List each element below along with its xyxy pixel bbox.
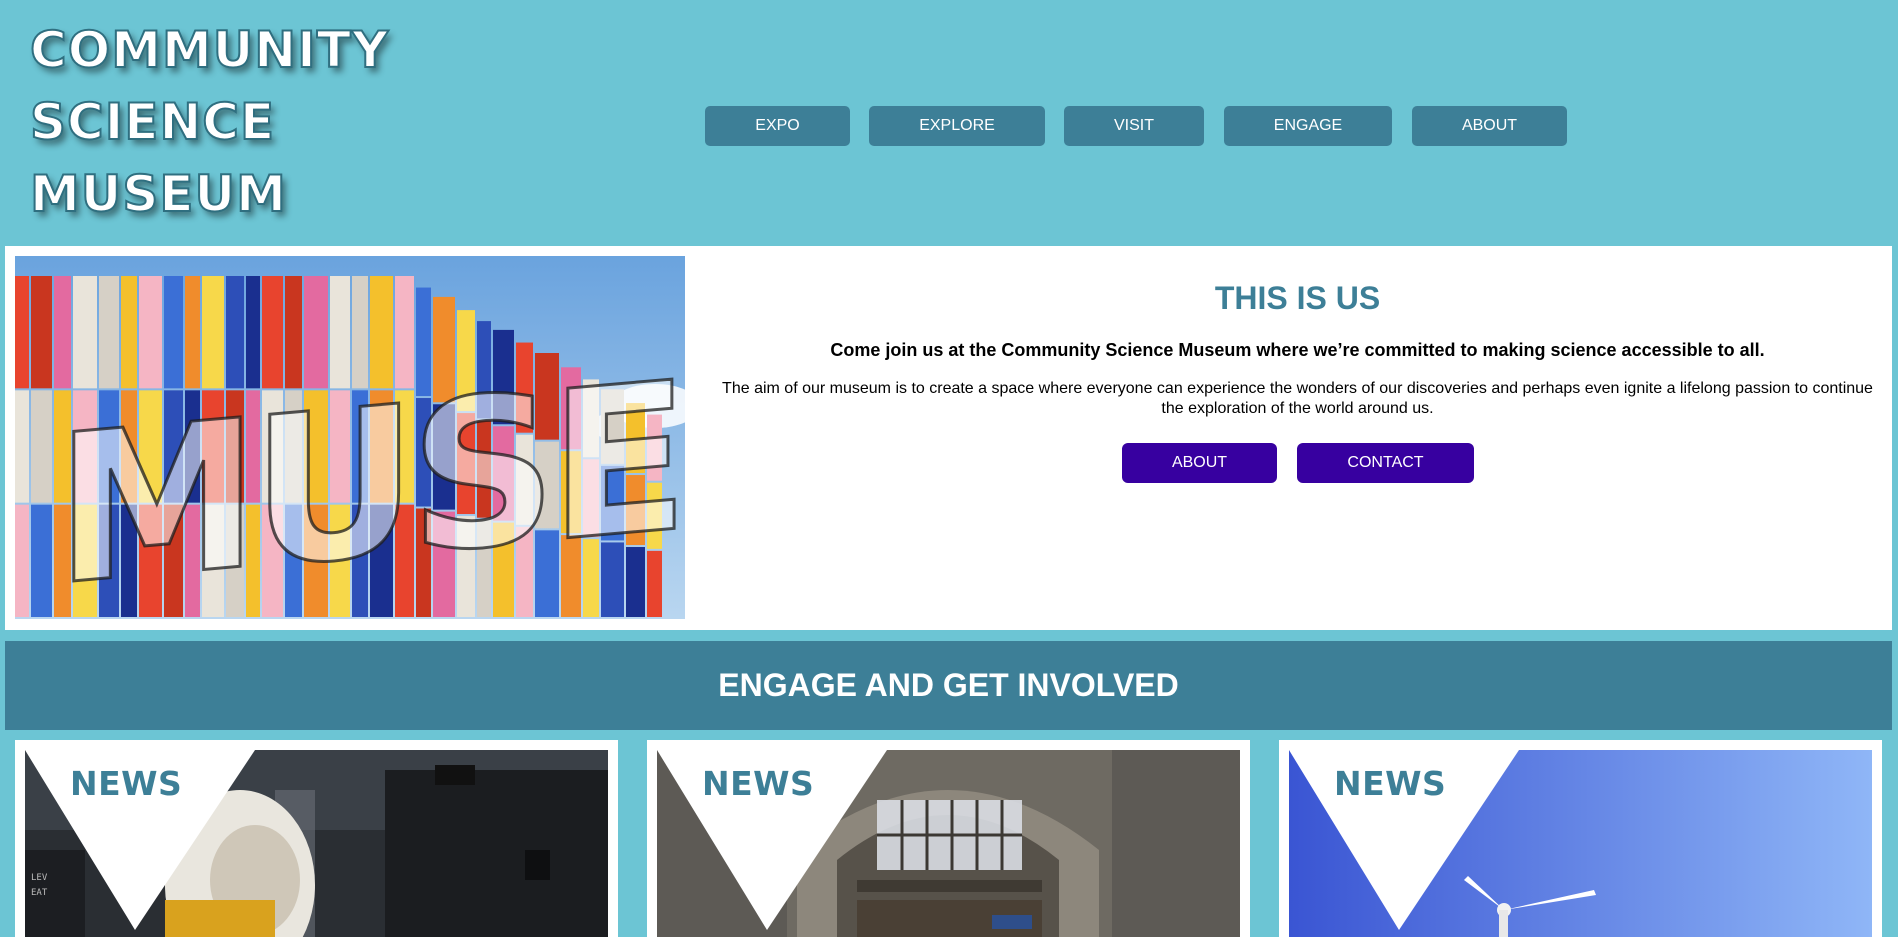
nav-visit-button[interactable]: VISIT (1064, 106, 1204, 146)
news-card-3[interactable]: NEWS (1279, 740, 1882, 937)
facade-panel (31, 504, 52, 617)
hero-content: THIS IS US Come join us at the Community… (705, 278, 1890, 483)
nav-about-button[interactable]: ABOUT (1412, 106, 1567, 146)
facade-panel (139, 276, 162, 389)
facade-panel (99, 276, 119, 389)
news-card-image-hall: NEWS (657, 750, 1240, 937)
news-label: NEWS (702, 764, 815, 803)
about-button[interactable]: ABOUT (1122, 443, 1277, 483)
facade-panel (121, 276, 137, 389)
facade-panel (15, 276, 29, 389)
facade-panel (164, 276, 183, 389)
facade-panel (31, 390, 52, 503)
facade-panel (246, 276, 260, 389)
facade-panel (73, 276, 97, 389)
facade-panel (262, 276, 283, 389)
engage-banner: ENGAGE AND GET INVOLVED (5, 641, 1892, 730)
hero-buttons: ABOUT CONTACT (705, 443, 1890, 483)
contact-button[interactable]: CONTACT (1297, 443, 1474, 483)
news-label: NEWS (1334, 764, 1447, 803)
logo-line-2: SCIENCE (29, 92, 276, 152)
facade-panel (226, 276, 244, 389)
nav-expo-button[interactable]: EXPO (705, 106, 850, 146)
news-card-image-astronaut: LEV EAT NEWS (25, 750, 608, 937)
logo-line-3: MUSEUM (29, 164, 287, 224)
museum-facade-image: MUSEUM (15, 256, 685, 619)
logo-line-1: COMMUNITY (29, 20, 390, 80)
hero-section: MUSEUM THIS IS US Come join us at the Co… (5, 246, 1892, 630)
news-label: NEWS (70, 764, 183, 803)
facade-panel (185, 276, 200, 389)
hero-title: THIS IS US (1214, 280, 1381, 316)
news-card-image-wind-turbine: NEWS (1289, 750, 1872, 937)
facade-panel (54, 276, 71, 389)
facade-panel (202, 276, 224, 389)
news-card-1[interactable]: LEV EAT NEWS (15, 740, 618, 937)
nav-explore-button[interactable]: EXPLORE (869, 106, 1045, 146)
nav-engage-button[interactable]: ENGAGE (1224, 106, 1392, 146)
site-logo[interactable]: COMMUNITY SCIENCE MUSEUM (29, 14, 390, 230)
hero-description: The aim of our museum is to create a spa… (722, 380, 1873, 417)
hero-lead: Come join us at the Community Science Mu… (830, 340, 1765, 360)
facade-panel (31, 276, 52, 389)
facade-panel (15, 504, 29, 617)
engage-title: ENGAGE AND GET INVOLVED (718, 667, 1179, 703)
news-card-2[interactable]: NEWS (647, 740, 1250, 937)
facade-panel (15, 390, 29, 503)
